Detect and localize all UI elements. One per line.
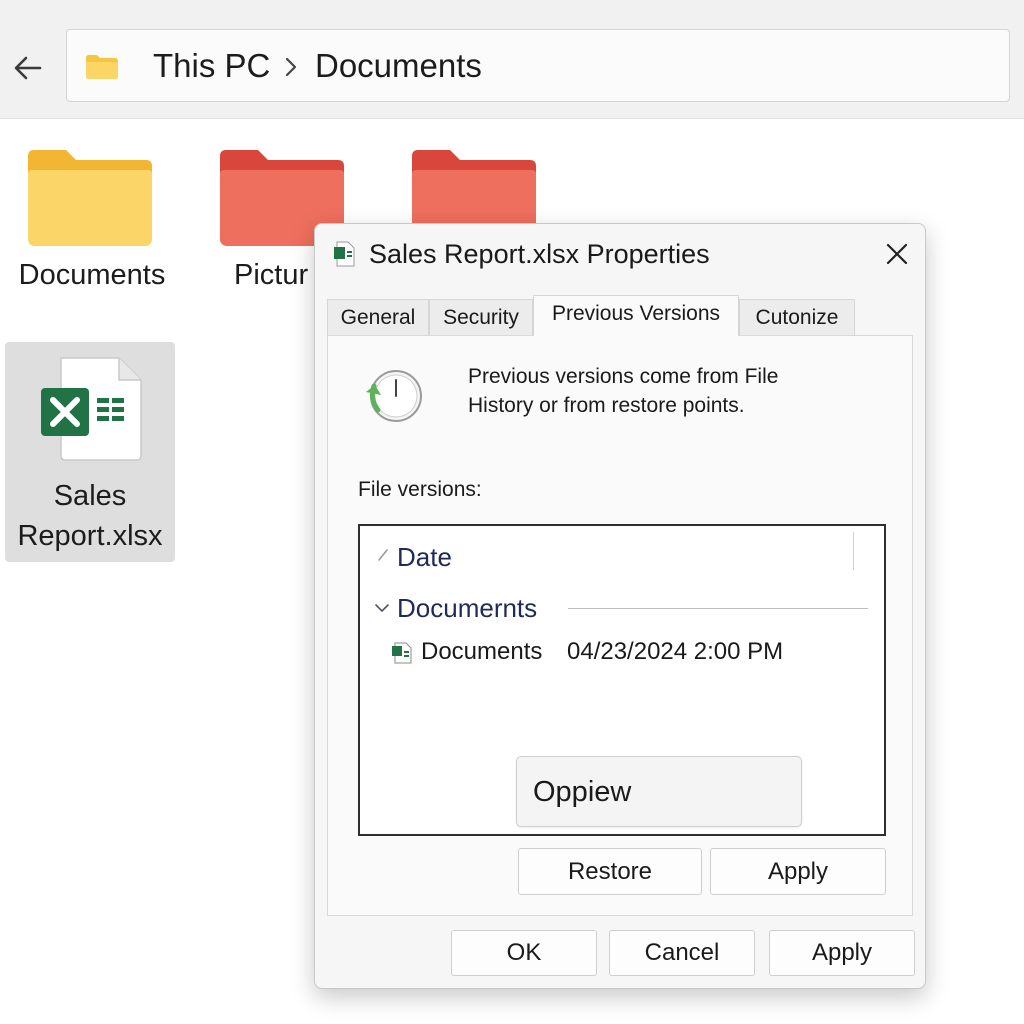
ok-button[interactable]: OK: [451, 930, 597, 976]
cancel-button[interactable]: Cancel: [609, 930, 755, 976]
restore-button[interactable]: Restore: [518, 848, 702, 895]
properties-dialog: Sales Report.xlsx Properties General Sec…: [314, 223, 926, 989]
excel-icon: [334, 241, 355, 267]
breadcrumb-documents[interactable]: Documents: [315, 46, 482, 86]
info-text: Previous versions come from File History…: [468, 365, 779, 417]
apply-inner-button[interactable]: Apply: [710, 848, 886, 895]
tab-general[interactable]: General: [327, 299, 429, 335]
back-button[interactable]: [8, 48, 48, 88]
table-row-name[interactable]: Documents: [421, 636, 542, 668]
column-divider[interactable]: [853, 532, 854, 570]
chevron-right-icon: [285, 57, 297, 77]
history-clock-icon: [366, 370, 422, 422]
folder-icon: [28, 150, 152, 246]
tab-customize[interactable]: Cutonize: [739, 299, 855, 335]
folder-item-documents[interactable]: Documents: [14, 148, 170, 294]
explorer-toolbar: This PC Documents: [0, 0, 1024, 119]
file-item-sales-report[interactable]: Sales Report.xlsx: [5, 342, 175, 562]
previous-versions-panel: Previous versions come from File History…: [327, 335, 913, 916]
open-button[interactable]: Oppiew: [516, 756, 802, 827]
back-arrow-icon: [14, 56, 42, 80]
dialog-title: Sales Report.xlsx Properties: [369, 239, 710, 269]
chevron-down-icon[interactable]: [374, 602, 390, 614]
file-label: Sales Report.xlsx: [17, 480, 163, 552]
table-row-date[interactable]: 04/23/2024 2:00 PM: [567, 636, 783, 668]
close-icon: [886, 243, 908, 265]
group-header-documents[interactable]: Documernts: [397, 591, 537, 625]
folder-icon: [86, 55, 118, 79]
address-bar[interactable]: This PC Documents: [66, 29, 1010, 102]
apply-button[interactable]: Apply: [769, 930, 915, 976]
close-button[interactable]: [879, 236, 915, 272]
file-versions-label: File versions:: [358, 478, 482, 501]
excel-icon: [392, 642, 412, 664]
tab-security[interactable]: Security: [429, 299, 533, 335]
tab-previous-versions[interactable]: Previous Versions: [533, 295, 739, 336]
folder-label: Documents: [18, 259, 166, 291]
sort-icon: [378, 549, 388, 561]
group-divider: [568, 608, 868, 609]
column-header-date[interactable]: Date: [397, 540, 452, 574]
breadcrumb-this-pc[interactable]: This PC: [153, 46, 270, 86]
excel-icon: [41, 357, 142, 461]
